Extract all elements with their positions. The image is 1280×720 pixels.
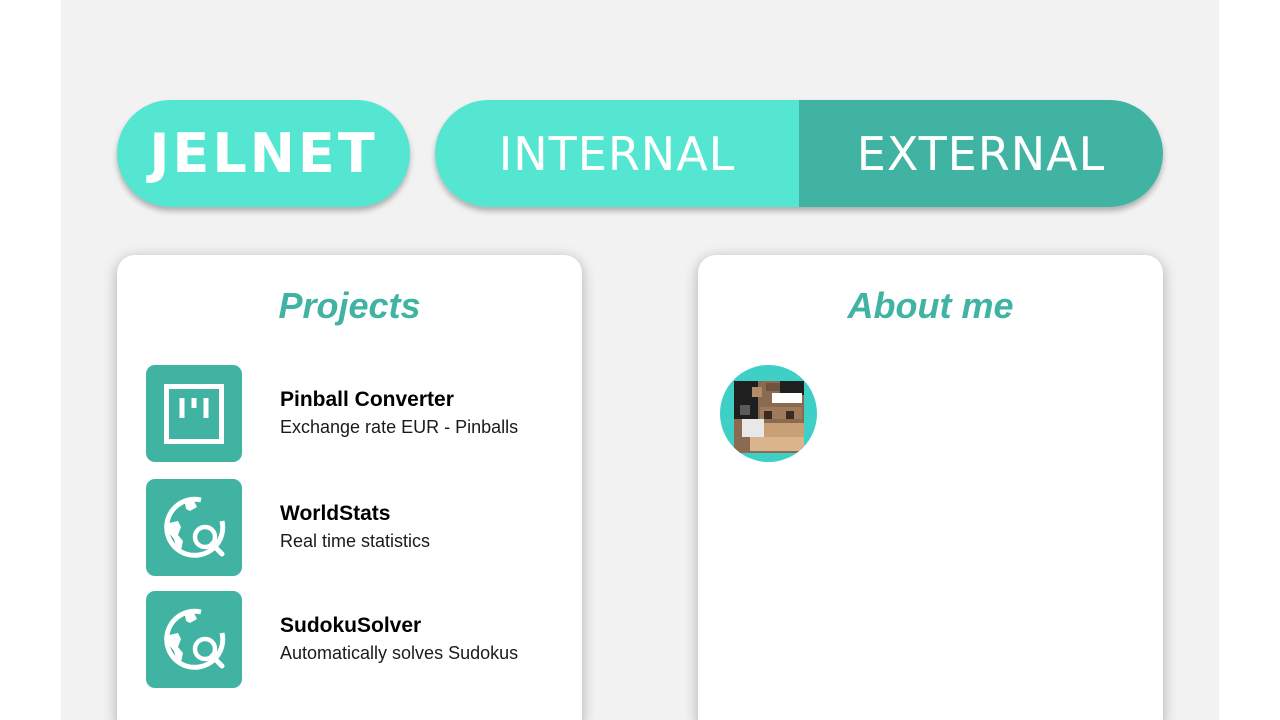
globe-search-icon — [146, 479, 242, 576]
projects-card: Projects Pinball Converter Exchange rate… — [117, 255, 582, 720]
about-title: About me — [847, 285, 1014, 326]
globe-search-icon — [146, 591, 242, 688]
project-description: Exchange rate EUR - Pinballs — [280, 416, 519, 437]
tab-external[interactable]: EXTERNAL — [799, 100, 1163, 207]
tab-internal[interactable]: INTERNAL — [435, 100, 799, 207]
project-description: Automatically solves Sudokus — [280, 642, 519, 663]
board-icon — [146, 365, 242, 462]
projects-title: Projects — [278, 285, 421, 326]
avatar[interactable] — [720, 365, 817, 462]
project-name: Pinball Converter — [280, 387, 454, 411]
nav-tabs: INTERNAL EXTERNAL — [435, 100, 1163, 207]
project-name: SudokuSolver — [280, 613, 422, 637]
logo-badge[interactable]: JELNET — [117, 100, 410, 207]
site-logo: JELNET — [149, 122, 378, 185]
about-card: About me — [698, 255, 1163, 720]
project-description: Real time statistics — [280, 530, 431, 551]
project-item-sudokusolver[interactable]: SudokuSolver Automatically solves Sudoku… — [146, 591, 566, 688]
project-name: WorldStats — [280, 501, 391, 525]
project-item-pinball-converter[interactable]: Pinball Converter Exchange rate EUR - Pi… — [146, 365, 566, 462]
project-item-worldstats[interactable]: WorldStats Real time statistics — [146, 479, 566, 576]
